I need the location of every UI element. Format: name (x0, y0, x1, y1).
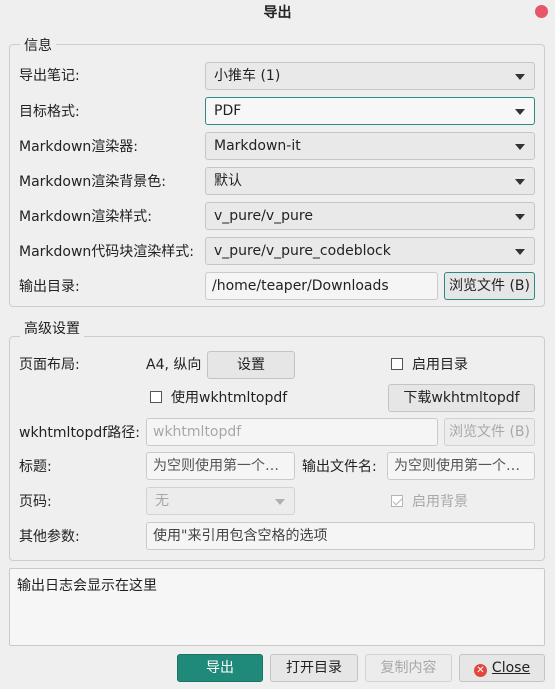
render-style-select[interactable]: v_pure/v_pure (205, 202, 535, 230)
target-format-label: 目标格式: (19, 104, 80, 120)
page-number-value: 无 (155, 493, 169, 509)
close-icon: ✕ (473, 664, 487, 677)
chevron-down-icon (275, 499, 285, 505)
log-text: 输出日志会显示在这里 (17, 578, 157, 594)
enable-background-checkbox[interactable] (391, 495, 403, 507)
window-close-icon[interactable] (535, 5, 548, 18)
renderer-label: Markdown渲染器: (19, 139, 139, 155)
enable-toc-label: 启用目录 (412, 357, 468, 373)
download-wkhtmltopdf-button[interactable]: 下载wkhtmltopdf (388, 384, 535, 412)
wk-path-input[interactable]: wkhtmltopdf (146, 418, 438, 446)
renderer-value: Markdown-it (214, 138, 301, 154)
window-title: 导出 (263, 5, 292, 21)
output-dir-input[interactable]: /home/teaper/Downloads (205, 272, 438, 300)
background-label: Markdown渲染背景色: (19, 174, 167, 190)
wk-path-label: wkhtmltopdf路径: (19, 425, 140, 441)
other-params-label: 其他参数: (19, 529, 80, 545)
codeblock-style-select[interactable]: v_pure/v_pure_codeblock (205, 237, 535, 265)
export-note-value: 小推车 (1) (214, 68, 281, 84)
target-format-select[interactable]: PDF (205, 97, 535, 125)
codeblock-style-label: Markdown代码块渲染样式: (19, 244, 195, 260)
render-style-value: v_pure/v_pure (214, 208, 313, 224)
background-select[interactable]: 默认 (205, 167, 535, 195)
chevron-down-icon (515, 74, 525, 80)
export-note-select[interactable]: 小推车 (1) (205, 62, 535, 90)
browse-output-dir-button[interactable]: 浏览文件 (B) (444, 272, 535, 300)
open-dir-button[interactable]: 打开目录 (270, 654, 358, 682)
output-file-label: 输出文件名: (302, 459, 377, 475)
info-legend: 信息 (20, 35, 56, 55)
output-file-input[interactable]: 为空则使用第一个… (387, 452, 535, 480)
close-button-label: Close (491, 660, 531, 676)
enable-toc-checkbox[interactable] (391, 358, 403, 370)
codeblock-style-value: v_pure/v_pure_codeblock (214, 243, 391, 259)
target-format-value: PDF (214, 103, 242, 119)
chevron-down-icon (515, 109, 525, 115)
chevron-down-icon (515, 214, 525, 220)
enable-background-label: 启用背景 (412, 494, 468, 510)
export-button[interactable]: 导出 (177, 654, 263, 682)
background-value: 默认 (214, 173, 242, 189)
use-wkhtmltopdf-label: 使用wkhtmltopdf (171, 390, 288, 406)
render-style-label: Markdown渲染样式: (19, 209, 153, 225)
page-layout-label: 页面布局: (19, 357, 80, 373)
chevron-down-icon (515, 179, 525, 185)
browse-wk-path-button[interactable]: 浏览文件 (B) (444, 418, 535, 446)
title-label: 标题: (19, 459, 52, 475)
close-button[interactable]: ✕ Close (459, 654, 545, 682)
other-params-input[interactable]: 使用"来引用包含空格的选项 (146, 522, 535, 550)
page-layout-value: A4, 纵向 (146, 357, 202, 373)
page-number-select[interactable]: 无 (146, 487, 295, 515)
copy-content-button[interactable]: 复制内容 (365, 654, 452, 682)
chevron-down-icon (515, 144, 525, 150)
chevron-down-icon (515, 249, 525, 255)
export-note-label: 导出笔记: (19, 68, 80, 84)
renderer-select[interactable]: Markdown-it (205, 132, 535, 160)
title-input[interactable]: 为空则使用第一个… (146, 452, 295, 480)
page-number-label: 页码: (19, 494, 52, 510)
output-dir-label: 输出目录: (19, 279, 80, 295)
advanced-legend: 高级设置 (20, 318, 84, 338)
use-wkhtmltopdf-checkbox[interactable] (150, 391, 162, 403)
page-layout-settings-button[interactable]: 设置 (207, 351, 295, 379)
